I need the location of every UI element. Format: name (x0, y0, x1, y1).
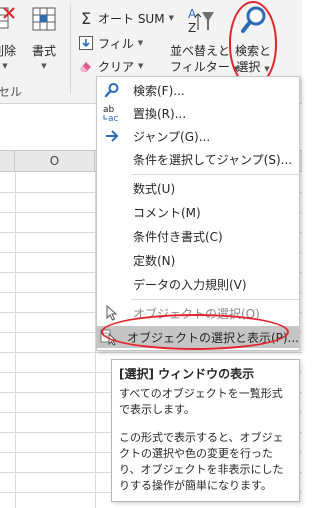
fill-button[interactable]: フィル ▼ (78, 33, 143, 53)
highlight-circle (101, 314, 289, 350)
fill-label: フィル (98, 36, 134, 51)
menu-icon-spacer (97, 148, 127, 170)
menu-item-conditional-formatting[interactable]: 条件付き書式(C) (97, 225, 299, 247)
menu-item-label: 条件付き書式(C) (133, 229, 223, 244)
menu-item-label: 定数(N) (133, 253, 176, 268)
menu-separator (131, 174, 299, 175)
menu-item-find[interactable]: 検索(F)... (97, 79, 299, 101)
column-header[interactable] (0, 151, 15, 171)
tooltip-title: [選択] ウィンドウの表示 (119, 367, 255, 381)
chevron-down-icon: ▼ (138, 62, 144, 70)
tooltip-text: この形式で表示すると、オブジェクトの選択や色の変更を行ったり、オブジェクトを非表… (119, 431, 284, 492)
group-divider (70, 4, 71, 94)
menu-item-formulas[interactable]: 数式(U) (97, 177, 299, 199)
menu-separator (131, 299, 299, 300)
clear-button[interactable]: クリア ▼ (78, 56, 143, 76)
menu-item-constants[interactable]: 定数(N) (97, 249, 299, 271)
menu-item-label: ジャンプ(G)... (133, 129, 211, 144)
svg-text:Z: Z (188, 21, 196, 35)
menu-icon-spacer (97, 201, 127, 223)
menu-item-label: データの入力規則(V) (133, 277, 247, 292)
menu-icon-spacer (97, 225, 127, 247)
search-icon (97, 79, 127, 101)
menu-item-label: 置換(R)... (133, 106, 187, 121)
chevron-down-icon: ▼ (41, 62, 47, 70)
sort-filter-icon: A Z (170, 4, 226, 38)
menu-icon-spacer (97, 177, 127, 199)
delete-label: 削除 (0, 44, 16, 58)
menu-item-comments[interactable]: コメント(M) (97, 201, 299, 223)
autosum-label: オート SUM (98, 11, 165, 26)
menu-item-goto-special[interactable]: 条件を選択してジャンプ(S)... (97, 148, 299, 170)
format-label: 書式 (31, 44, 56, 58)
svg-text:A: A (188, 7, 197, 21)
find-select-menu: 検索(F)... ab ac 置換(R)... ジャンプ(G)... 条件を選択し… (96, 76, 300, 351)
column-header-o[interactable]: O (15, 151, 95, 171)
menu-item-label: 条件を選択してジャンプ(S)... (133, 152, 293, 167)
sort-filter-label-2: フィルター ▼ (170, 60, 239, 74)
tooltip-text: すべてのオブジェクトを一覧形式で表示します。 (119, 387, 283, 416)
chevron-down-icon: ▼ (2, 62, 8, 70)
clear-label: クリア (98, 59, 135, 74)
autosum-button[interactable]: Σ オート SUM ▼ (78, 8, 174, 28)
svg-text:ac: ac (108, 114, 119, 123)
replace-icon: ab ac (97, 102, 127, 124)
gridline (0, 352, 302, 353)
fill-down-icon (78, 35, 94, 51)
sigma-icon: Σ (80, 8, 92, 28)
menu-icon-spacer (97, 249, 127, 271)
menu-item-replace[interactable]: ab ac 置換(R)... (97, 102, 299, 124)
format-cells-icon (27, 2, 61, 36)
menu-item-data-validation[interactable]: データの入力規則(V) (97, 273, 299, 295)
menu-icon-spacer (97, 273, 127, 295)
gridline (15, 172, 16, 508)
delete-button[interactable]: 削除 ▼ (0, 2, 20, 70)
tooltip: [選択] ウィンドウの表示 すべてのオブジェクトを一覧形式で表示します。 この形… (111, 359, 300, 502)
chevron-down-icon: ▼ (137, 39, 144, 47)
menu-item-label: 数式(U) (133, 181, 176, 196)
menu-item-label: 検索(F)... (133, 83, 185, 98)
delete-cells-icon (0, 2, 20, 36)
format-button[interactable]: 書式 ▼ (27, 2, 61, 70)
sort-filter-label-1: 並べ替えと (170, 44, 231, 58)
menu-item-label: コメント(M) (133, 205, 201, 220)
sort-filter-button[interactable]: A Z 並べ替えと フィルター ▼ (170, 4, 239, 76)
menu-item-goto[interactable]: ジャンプ(G)... (97, 125, 299, 147)
eraser-icon (78, 58, 94, 74)
arrow-right-icon (97, 125, 127, 147)
highlight-circle (229, 1, 277, 87)
cells-group-label: セル (0, 85, 23, 99)
